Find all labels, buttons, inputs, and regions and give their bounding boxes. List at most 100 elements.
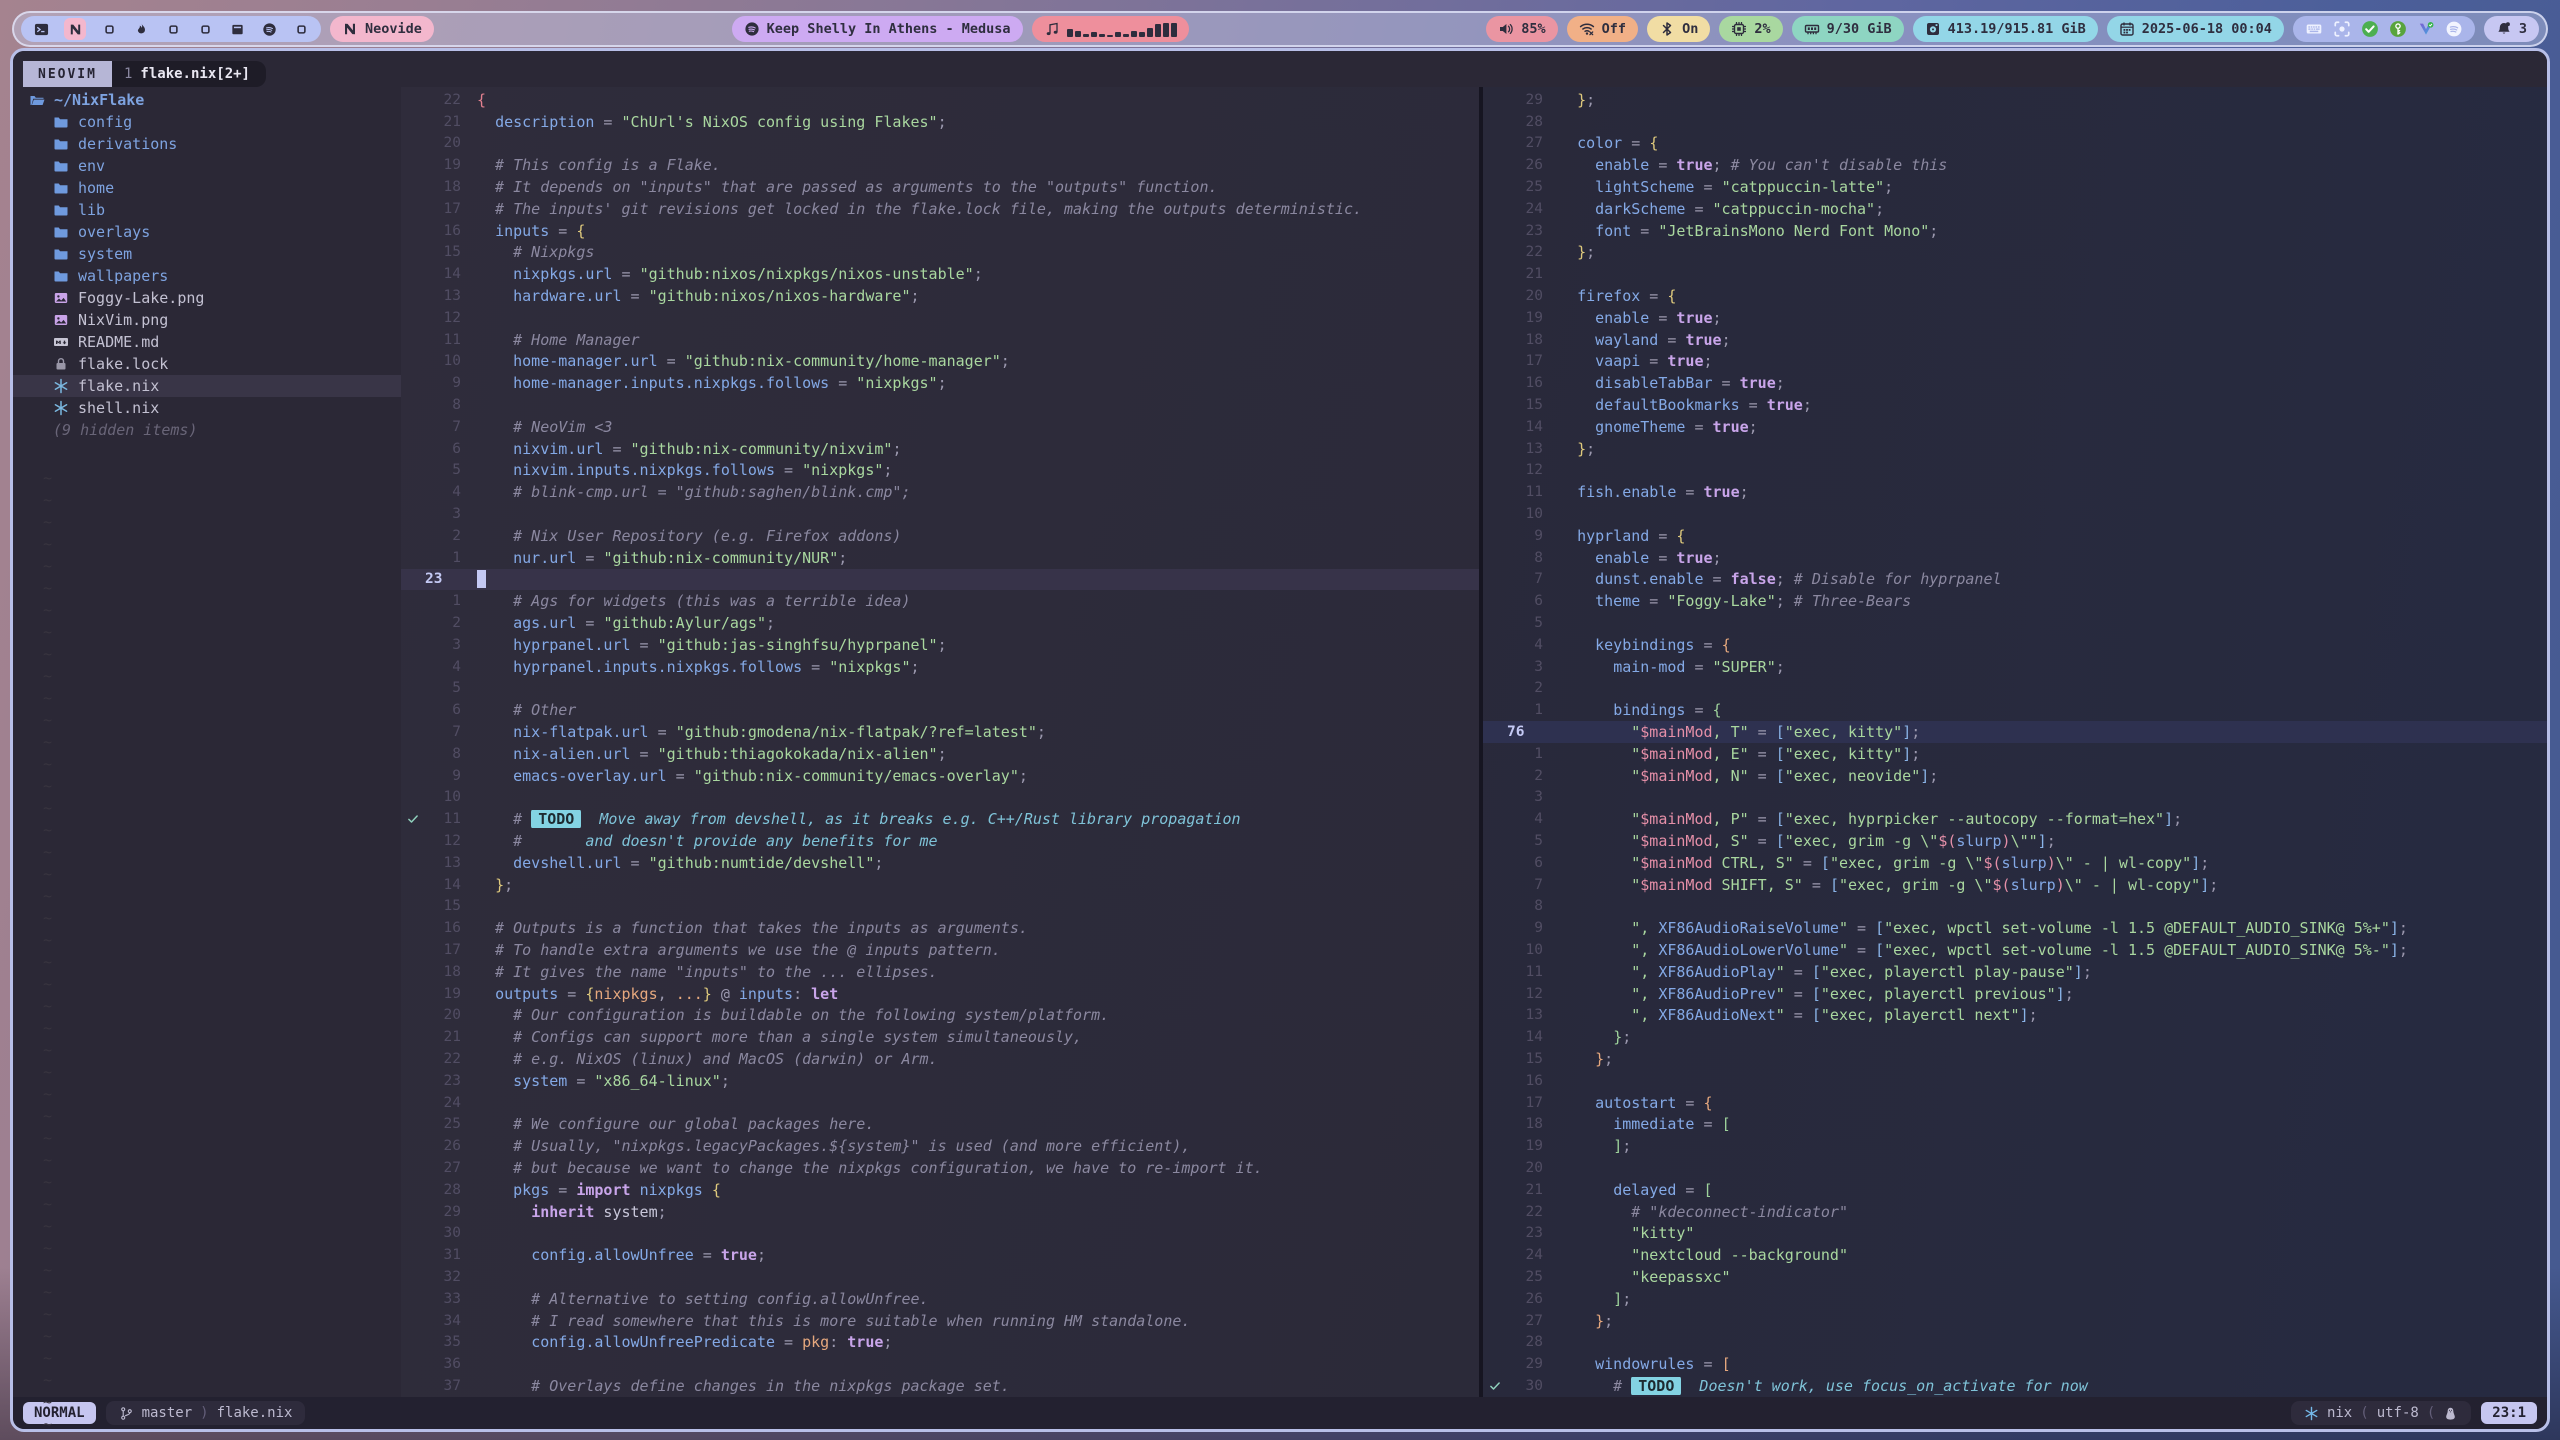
code-line[interactable]: 27 }; xyxy=(1483,1310,2547,1332)
tree-item-flake.nix[interactable]: flake.nix xyxy=(13,375,401,397)
network-widget[interactable]: Off xyxy=(1567,16,1638,42)
code-line[interactable]: 14 }; xyxy=(1483,1026,2547,1048)
code-line[interactable]: 15 defaultBookmarks = true; xyxy=(1483,394,2547,416)
code-line[interactable]: 2 xyxy=(1483,678,2547,700)
tree-item-wallpapers[interactable]: wallpapers xyxy=(13,265,401,287)
code-line[interactable]: 16 # Outputs is a function that takes th… xyxy=(401,917,1479,939)
code-line[interactable]: 10 ", XF86AudioLowerVolume" = ["exec, wp… xyxy=(1483,939,2547,961)
code-line[interactable]: 14 nixpkgs.url = "github:nixos/nixpkgs/n… xyxy=(401,263,1479,285)
code-line[interactable]: 22 # e.g. NixOS (linux) and MacOS (darwi… xyxy=(401,1048,1479,1070)
code-line[interactable]: 8 xyxy=(401,394,1479,416)
code-line[interactable]: 1 bindings = { xyxy=(1483,699,2547,721)
code-line[interactable]: 21 # Configs can support more than a sin… xyxy=(401,1026,1479,1048)
code-line[interactable]: 30 xyxy=(401,1222,1479,1244)
tree-item-nixflake[interactable]: ~/NixFlake xyxy=(13,89,401,111)
code-line[interactable]: 22{ xyxy=(401,89,1479,111)
code-line[interactable]: 12 ", XF86AudioPrev" = ["exec, playerctl… xyxy=(1483,983,2547,1005)
code-line[interactable]: 19 ]; xyxy=(1483,1135,2547,1157)
code-line[interactable]: 33 # Alternative to setting config.allow… xyxy=(401,1288,1479,1310)
code-line[interactable]: 31 config.allowUnfree = true; xyxy=(401,1244,1479,1266)
code-line[interactable]: 16 disableTabBar = true; xyxy=(1483,372,2547,394)
code-line[interactable]: 13 hardware.url = "github:nixos/nixos-ha… xyxy=(401,285,1479,307)
code-line[interactable]: 19 outputs = {nixpkgs, ...} @ inputs: le… xyxy=(401,983,1479,1005)
code-line[interactable]: 16 xyxy=(1483,1070,2547,1092)
keyboard-icon[interactable] xyxy=(2305,20,2323,38)
code-line[interactable]: 13 devshell.url = "github:numtide/devshe… xyxy=(401,852,1479,874)
code-line[interactable]: 30 # TODO Doesn't work, use focus_on_act… xyxy=(1483,1375,2547,1397)
code-line[interactable]: 8 enable = true; xyxy=(1483,547,2547,569)
code-line[interactable]: 9 ", XF86AudioRaiseVolume" = ["exec, wpc… xyxy=(1483,917,2547,939)
code-line[interactable]: 29 windowrules = [ xyxy=(1483,1353,2547,1375)
notifications-widget[interactable]: 3 xyxy=(2484,16,2539,42)
code-line[interactable]: 3 xyxy=(401,503,1479,525)
code-line[interactable]: 2 # Nix User Repository (e.g. Firefox ad… xyxy=(401,525,1479,547)
tree-item-config[interactable]: config xyxy=(13,111,401,133)
code-line[interactable]: 1 # Ags for widgets (this was a terrible… xyxy=(401,590,1479,612)
code-line[interactable]: 12 xyxy=(1483,460,2547,482)
code-line[interactable]: 5 nixvim.inputs.nixpkgs.follows = "nixpk… xyxy=(401,460,1479,482)
code-line[interactable]: 6 "$mainMod CTRL, S" = ["exec, grim -g \… xyxy=(1483,852,2547,874)
code-line[interactable]: 28 xyxy=(1483,111,2547,133)
disk-widget[interactable]: 413.19/915.81 GiB xyxy=(1913,16,2098,42)
code-line[interactable]: 3 main-mod = "SUPER"; xyxy=(1483,656,2547,678)
buffer-tab[interactable]: 1 flake.nix[2+] xyxy=(112,61,266,87)
code-line[interactable]: 11 # TODO Move away from devshell, as it… xyxy=(401,808,1479,830)
code-line[interactable]: 20 xyxy=(401,133,1479,155)
code-line[interactable]: 24 darkScheme = "catppuccin-mocha"; xyxy=(1483,198,2547,220)
tree-item-env[interactable]: env xyxy=(13,155,401,177)
memory-widget[interactable]: 9/30 GiB xyxy=(1792,16,1904,42)
code-line[interactable]: 25 "keepassxc" xyxy=(1483,1266,2547,1288)
code-line[interactable]: 26 ]; xyxy=(1483,1288,2547,1310)
tree-item-home[interactable]: home xyxy=(13,177,401,199)
tree-item-overlays[interactable]: overlays xyxy=(13,221,401,243)
code-line[interactable]: 17 autostart = { xyxy=(1483,1092,2547,1114)
code-line[interactable]: 27 # but because we want to change the n… xyxy=(401,1157,1479,1179)
code-line[interactable]: 17 vaapi = true; xyxy=(1483,351,2547,373)
bluetooth-widget[interactable]: On xyxy=(1647,16,1710,42)
code-line[interactable]: 8 nix-alien.url = "github:thiagokokada/n… xyxy=(401,743,1479,765)
code-line[interactable]: 4 # blink-cmp.url = "github:saghen/blink… xyxy=(401,481,1479,503)
code-line[interactable]: 18 immediate = [ xyxy=(1483,1113,2547,1135)
code-line[interactable]: 3 hyprpanel.url = "github:jas-singhfsu/h… xyxy=(401,634,1479,656)
code-line[interactable]: 4 keybindings = { xyxy=(1483,634,2547,656)
code-line[interactable]: 25 lightScheme = "catppuccin-latte"; xyxy=(1483,176,2547,198)
code-line[interactable]: 5 "$mainMod, S" = ["exec, grim -g \"$(sl… xyxy=(1483,830,2547,852)
code-line[interactable]: 22 # "kdeconnect-indicator" xyxy=(1483,1201,2547,1223)
code-line[interactable]: 5 xyxy=(1483,612,2547,634)
code-line[interactable]: 25 # We configure our global packages he… xyxy=(401,1113,1479,1135)
tree-item-shell.nix[interactable]: shell.nix xyxy=(13,397,401,419)
code-line[interactable]: 35 config.allowUnfreePredicate = pkg: tr… xyxy=(401,1331,1479,1353)
keepassxc-icon[interactable] xyxy=(2389,20,2407,38)
code-line[interactable]: 34 # I read somewhere that this is more … xyxy=(401,1310,1479,1332)
checkmark-icon[interactable] xyxy=(2361,20,2379,38)
code-line[interactable]: 28 pkgs = import nixpkgs { xyxy=(401,1179,1479,1201)
workspace-square-icon[interactable] xyxy=(196,20,214,38)
code-line[interactable]: 7 # NeoVim <3 xyxy=(401,416,1479,438)
window-title-pill[interactable]: Neovide xyxy=(330,16,434,42)
tree-item-foggy-lake.png[interactable]: Foggy-Lake.png xyxy=(13,287,401,309)
code-line[interactable]: 8 xyxy=(1483,895,2547,917)
code-line[interactable]: 6 theme = "Foggy-Lake"; # Three-Bears xyxy=(1483,590,2547,612)
code-line[interactable]: 11 fish.enable = true; xyxy=(1483,481,2547,503)
workspace-flame-icon[interactable] xyxy=(132,20,150,38)
code-line[interactable]: 21 description = "ChUrl's NixOS config u… xyxy=(401,111,1479,133)
code-line[interactable]: 10 home-manager.url = "github:nix-commun… xyxy=(401,351,1479,373)
code-line[interactable]: 2 ags.url = "github:Aylur/ags"; xyxy=(401,612,1479,634)
code-line[interactable]: 29 }; xyxy=(1483,89,2547,111)
code-line[interactable]: 18 wayland = true; xyxy=(1483,329,2547,351)
workspace-spotify-icon[interactable] xyxy=(260,20,278,38)
code-line[interactable]: 15 xyxy=(401,895,1479,917)
code-line[interactable]: 24 xyxy=(401,1092,1479,1114)
code-line[interactable]: 10 xyxy=(401,787,1479,809)
media-widget[interactable]: Keep Shelly In Athens - Medusa xyxy=(732,16,1023,42)
code-line[interactable]: 26 enable = true; # You can't disable th… xyxy=(1483,154,2547,176)
code-line[interactable]: 7 nix-flatpak.url = "github:gmodena/nix-… xyxy=(401,721,1479,743)
code-line[interactable]: 19 enable = true; xyxy=(1483,307,2547,329)
code-line[interactable]: 1 "$mainMod, E" = ["exec, kitty"]; xyxy=(1483,743,2547,765)
code-line[interactable]: 18 # It gives the name "inputs" to the .… xyxy=(401,961,1479,983)
code-line[interactable]: 10 xyxy=(1483,503,2547,525)
workspace-terminal-icon[interactable] xyxy=(32,20,50,38)
code-line[interactable]: 4 "$mainMod, P" = ["exec, hyprpicker --a… xyxy=(1483,808,2547,830)
code-line[interactable]: 21 delayed = [ xyxy=(1483,1179,2547,1201)
code-line[interactable]: 24 "nextcloud --background" xyxy=(1483,1244,2547,1266)
